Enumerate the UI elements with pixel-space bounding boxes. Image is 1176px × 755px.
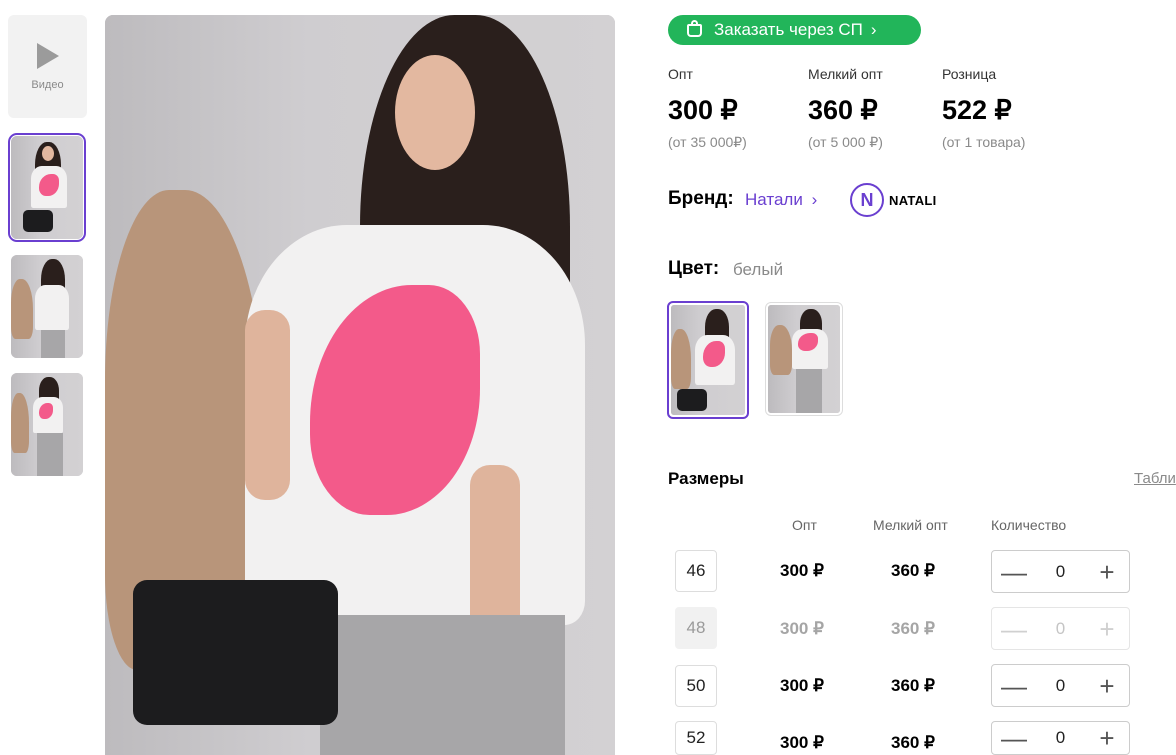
sizes-title: Размеры <box>668 469 744 488</box>
column-header-opt: Опт <box>792 517 817 533</box>
price-label-small-opt: Мелкий опт <box>808 66 883 82</box>
quantity-value: 0 <box>1055 618 1066 638</box>
column-header-quantity: Количество <box>991 517 1067 533</box>
plus-button[interactable]: + <box>1085 673 1129 699</box>
color-label: Цвет: <box>668 258 720 279</box>
price-note-opt: (от 35 000₽) <box>668 134 747 150</box>
row-price-opt: 300 ₽ <box>780 561 824 580</box>
minus-button: — <box>1001 613 1027 644</box>
price-value-retail: 522 ₽ <box>942 95 1012 125</box>
size-option: 50 <box>675 665 717 707</box>
price-label-retail: Розница <box>942 66 997 82</box>
gallery-thumbnail-3[interactable] <box>11 373 83 476</box>
row-price-small-opt: 360 ₽ <box>891 619 935 638</box>
gallery-thumbnail-1[interactable] <box>8 133 86 242</box>
row-price-small-opt: 360 ₽ <box>891 733 935 752</box>
quantity-stepper: — 0 + <box>991 550 1130 593</box>
main-product-photo[interactable] <box>105 15 615 755</box>
price-value-opt: 300 ₽ <box>668 95 738 125</box>
row-price-opt: 300 ₽ <box>780 676 824 695</box>
price-label-opt: Опт <box>668 66 693 82</box>
quantity-value[interactable]: 0 <box>1056 728 1065 748</box>
brand-name: Натали <box>745 190 803 209</box>
minus-button[interactable]: — <box>992 725 1036 751</box>
row-price-small-opt: 360 ₽ <box>891 676 935 695</box>
row-price-opt: 300 ₽ <box>780 619 824 638</box>
brand-link[interactable]: Натали › <box>745 190 817 210</box>
video-label: Видео <box>31 78 64 91</box>
gallery-thumbnail-2[interactable] <box>11 255 83 358</box>
row-price-small-opt: 360 ₽ <box>891 561 935 580</box>
minus-button[interactable]: — <box>992 559 1036 585</box>
plus-button[interactable]: + <box>1085 559 1129 585</box>
size-option: 46 <box>675 550 717 592</box>
order-button-label: Заказать через СП <box>714 20 863 39</box>
order-via-sp-button[interactable]: Заказать через СП › <box>668 15 921 45</box>
color-swatch-1[interactable] <box>667 301 749 419</box>
plus-button: + <box>1099 613 1115 644</box>
size-table-link[interactable]: Табли <box>1134 470 1176 487</box>
brand-logo-icon: N <box>850 183 884 217</box>
price-note-small-opt: (от 5 000 ₽) <box>808 134 883 150</box>
price-value-small-opt: 360 ₽ <box>808 95 878 125</box>
minus-button[interactable]: — <box>992 673 1036 699</box>
color-value: белый <box>733 260 784 279</box>
video-thumbnail[interactable]: Видео <box>8 15 87 118</box>
plus-button[interactable]: + <box>1085 725 1129 751</box>
row-price-opt: 300 ₽ <box>780 733 824 752</box>
column-header-small-opt: Мелкий опт <box>873 517 948 533</box>
chevron-right-icon: › <box>811 190 818 209</box>
brand-label: Бренд: <box>668 188 734 209</box>
brand-logo-text: NATALI <box>889 192 937 208</box>
quantity-value[interactable]: 0 <box>1056 676 1065 696</box>
quantity-value[interactable]: 0 <box>1056 562 1065 582</box>
brand-logo[interactable]: N NATALI <box>850 183 937 217</box>
price-note-retail: (от 1 товара) <box>942 134 1026 150</box>
size-option: 52 <box>675 721 717 755</box>
size-option-disabled: 48 <box>675 607 717 649</box>
color-swatch-2[interactable] <box>765 302 843 416</box>
quantity-stepper-disabled: — 0 + <box>991 607 1130 650</box>
shopping-bag-icon <box>687 19 702 37</box>
quantity-stepper: — 0 + <box>991 721 1130 755</box>
chevron-right-icon: › <box>870 20 877 39</box>
quantity-stepper: — 0 + <box>991 664 1130 707</box>
play-icon <box>36 42 59 69</box>
